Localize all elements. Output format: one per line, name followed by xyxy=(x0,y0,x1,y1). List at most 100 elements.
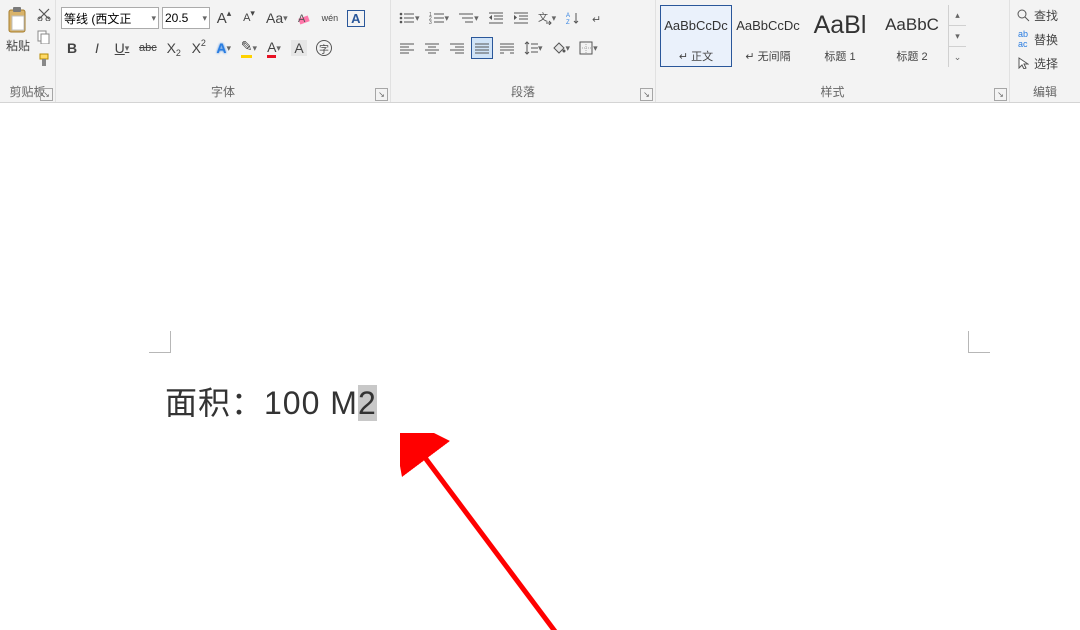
align-right-icon xyxy=(450,42,464,54)
sort-button[interactable]: AZ xyxy=(562,7,584,29)
phonetic-button[interactable]: wén xyxy=(319,7,342,29)
highlight-icon: ✎ xyxy=(241,38,253,54)
styles-down-button[interactable]: ▾ xyxy=(949,26,966,47)
svg-text:A: A xyxy=(298,13,306,25)
ribbon: 粘贴 剪贴板 等线 (西文正▾ 20.5▾ A▴ A▾ Aa▾ A wén xyxy=(0,0,1080,103)
italic-button[interactable]: I xyxy=(86,37,108,59)
cut-button[interactable] xyxy=(35,5,53,22)
dialog-launcher-clipboard[interactable] xyxy=(40,88,53,101)
select-button[interactable]: 选择 xyxy=(1016,53,1074,73)
group-styles: AaBbCcDc ↵ 正文 AaBbCcDc ↵ 无间隔 AaBl 标题 1 A… xyxy=(656,0,1010,102)
group-font: 等线 (西文正▾ 20.5▾ A▴ A▾ Aa▾ A wén A B I U▾ … xyxy=(56,0,391,102)
text-prefix: 面积：100 M xyxy=(165,385,358,421)
style-heading1[interactable]: AaBl 标题 1 xyxy=(804,5,876,67)
chevron-down-icon: ▾ xyxy=(151,13,156,24)
char-shading-button[interactable]: A xyxy=(288,37,310,59)
chevron-down-icon: ▾ xyxy=(202,13,207,24)
line-spacing-button[interactable]: ▾ xyxy=(521,37,546,59)
highlight-button[interactable]: ✎▾ xyxy=(238,37,260,59)
group-editing: 查找 abac替换 选择 编辑 xyxy=(1010,0,1080,102)
sort-icon: AZ xyxy=(566,11,580,25)
ltr-button[interactable]: 文▾ xyxy=(535,7,560,29)
style-normal[interactable]: AaBbCcDc ↵ 正文 xyxy=(660,5,732,67)
eraser-icon: A xyxy=(297,11,313,25)
underline-button[interactable]: U▾ xyxy=(111,37,133,59)
document-area[interactable]: 面积：100 M2 xyxy=(0,103,1080,630)
font-size-select[interactable]: 20.5▾ xyxy=(162,7,210,29)
dialog-launcher-paragraph[interactable] xyxy=(640,88,653,101)
font-name-select[interactable]: 等线 (西文正▾ xyxy=(61,7,159,29)
bucket-icon xyxy=(552,41,566,55)
ltr-icon: 文 xyxy=(538,11,552,25)
distribute-button[interactable] xyxy=(496,37,518,59)
align-left-button[interactable] xyxy=(396,37,418,59)
document-text[interactable]: 面积：100 M2 xyxy=(165,378,377,424)
borders-button[interactable]: ▾ xyxy=(576,37,601,59)
enclose-char-button[interactable]: 字 xyxy=(313,37,335,59)
numbering-icon: 123 xyxy=(429,11,445,25)
paste-label: 粘贴 xyxy=(6,37,30,54)
dialog-launcher-font[interactable] xyxy=(375,88,388,101)
show-marks-button[interactable]: ↵ xyxy=(587,7,609,29)
subscript-button[interactable]: X2 xyxy=(163,37,185,59)
styles-up-button[interactable]: ▴ xyxy=(949,5,966,26)
char-border-button[interactable]: A xyxy=(344,7,367,29)
group-label-editing: 编辑 xyxy=(1033,85,1057,99)
styles-scroll: ▴ ▾ ⌄ xyxy=(948,5,966,67)
change-case-button[interactable]: Aa▾ xyxy=(263,7,291,29)
bullets-button[interactable]: ▾ xyxy=(396,7,423,29)
borders-icon xyxy=(579,41,593,55)
pilcrow-icon: ↵ xyxy=(591,11,605,25)
styles-more-button[interactable]: ⌄ xyxy=(949,47,966,67)
format-painter-button[interactable] xyxy=(35,52,53,69)
shading-button[interactable]: ▾ xyxy=(549,37,574,59)
superscript-button[interactable]: X2 xyxy=(188,37,210,59)
bullets-icon xyxy=(399,11,415,25)
shrink-font-button[interactable]: A▾ xyxy=(238,7,260,29)
inc-indent-button[interactable] xyxy=(510,7,532,29)
distribute-icon xyxy=(500,42,514,54)
brush-icon xyxy=(37,53,51,67)
text-effects-button[interactable]: A▾ xyxy=(213,37,235,59)
dialog-launcher-styles[interactable] xyxy=(994,88,1007,101)
cursor-icon xyxy=(1016,56,1030,70)
group-label-paragraph: 段落 xyxy=(511,85,535,99)
svg-text:A: A xyxy=(566,13,570,19)
enclose-icon: 字 xyxy=(316,40,332,56)
text-selected: 2 xyxy=(358,385,377,421)
align-left-icon xyxy=(400,42,414,54)
svg-text:Z: Z xyxy=(566,20,570,25)
multilevel-icon xyxy=(458,11,474,25)
align-center-button[interactable] xyxy=(421,37,443,59)
style-no-spacing[interactable]: AaBbCcDc ↵ 无间隔 xyxy=(732,5,804,67)
justify-icon xyxy=(475,42,489,54)
group-paragraph: ▾ 123▾ ▾ 文▾ AZ ↵ ▾ ▾ ▾ 段落 xyxy=(391,0,656,102)
grow-font-button[interactable]: A▴ xyxy=(213,7,235,29)
svg-text:文: 文 xyxy=(538,11,548,24)
align-center-icon xyxy=(425,42,439,54)
paste-button[interactable]: 粘贴 xyxy=(2,3,34,69)
dec-indent-button[interactable] xyxy=(485,7,507,29)
clear-format-button[interactable]: A xyxy=(294,7,316,29)
style-heading2[interactable]: AaBbC 标题 2 xyxy=(876,5,948,67)
copy-button[interactable] xyxy=(35,28,53,45)
dec-indent-icon xyxy=(489,11,503,25)
group-label-styles: 样式 xyxy=(820,85,844,99)
replace-button[interactable]: abac替换 xyxy=(1016,29,1074,49)
copy-icon xyxy=(37,30,51,44)
align-right-button[interactable] xyxy=(446,37,468,59)
bold-button[interactable]: B xyxy=(61,37,83,59)
line-spacing-icon xyxy=(524,41,538,55)
find-button[interactable]: 查找 xyxy=(1016,5,1074,25)
margin-corner-tl xyxy=(149,331,171,353)
margin-corner-tr xyxy=(968,331,990,353)
replace-icon: abac xyxy=(1016,32,1030,46)
group-label-font: 字体 xyxy=(211,85,235,99)
numbering-button[interactable]: 123▾ xyxy=(426,7,453,29)
annotation-arrow xyxy=(400,433,580,630)
multilevel-button[interactable]: ▾ xyxy=(455,7,482,29)
strike-button[interactable]: abc xyxy=(136,37,160,59)
justify-button[interactable] xyxy=(471,37,493,59)
font-color-button[interactable]: A▾ xyxy=(263,37,285,59)
group-clipboard: 粘贴 剪贴板 xyxy=(0,0,56,102)
